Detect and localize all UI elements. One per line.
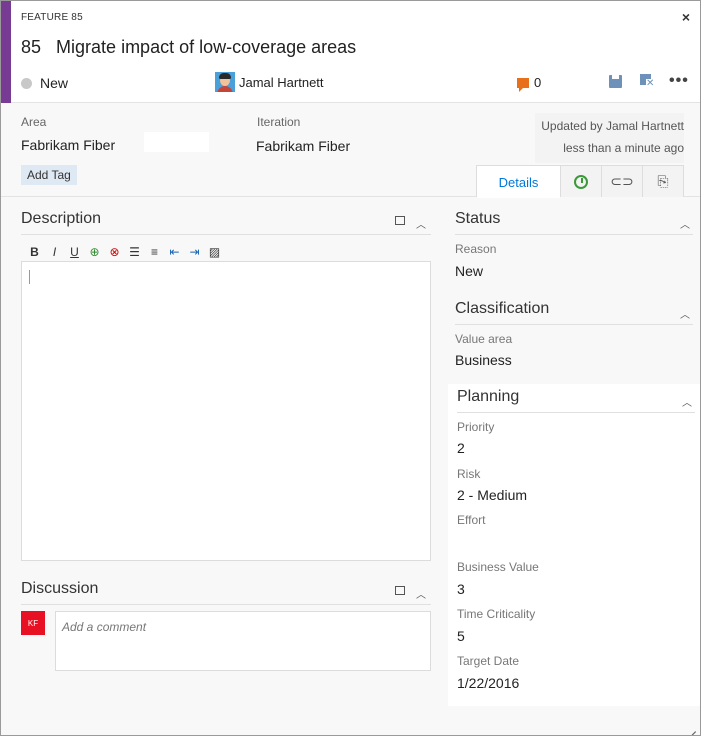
work-item-type-color-bar	[1, 1, 11, 103]
planning-rule	[457, 412, 695, 413]
form-tabs: Details ⊂⊃ ⎘	[476, 165, 684, 198]
state-indicator-icon	[21, 77, 32, 89]
planning-title: Planning	[457, 388, 520, 405]
tab-history[interactable]	[560, 166, 601, 197]
description-rule	[21, 234, 431, 235]
header-fields-bar: Area Fabrikam Fiber Iteration Fabrikam F…	[1, 104, 700, 198]
tab-details[interactable]: Details	[477, 166, 560, 198]
classification-title: Classification	[455, 300, 550, 317]
target-date-label: Target Date	[457, 654, 520, 668]
insert-image-icon[interactable]: ▨	[206, 244, 223, 260]
work-item-form: FEATURE 85 × 85 Migrate impact of low-co…	[0, 0, 701, 736]
save-icon[interactable]	[608, 74, 624, 90]
bold-button[interactable]: B	[26, 244, 43, 260]
work-item-header: FEATURE 85 × 85 Migrate impact of low-co…	[1, 1, 700, 103]
iteration-label: Iteration	[257, 115, 301, 129]
history-icon	[574, 174, 588, 189]
underline-button[interactable]: U	[66, 244, 83, 260]
collapse-planning-icon[interactable]: ︿	[682, 394, 692, 409]
assignee-avatar	[215, 72, 235, 92]
title-row: 85 Migrate impact of low-coverage areas	[21, 37, 356, 58]
updated-by-text[interactable]: Updated by Jamal Hartnett	[541, 115, 684, 137]
assigned-to-field[interactable]: Jamal Hartnett	[215, 72, 324, 92]
collapse-classification-icon[interactable]: ︿	[680, 306, 690, 321]
updated-time-text: less than a minute ago	[563, 141, 684, 155]
tab-attachments[interactable]: ⎘	[642, 166, 683, 197]
description-editor[interactable]	[21, 261, 431, 561]
time-criticality-label: Time Criticality	[457, 607, 536, 621]
priority-label: Priority	[457, 420, 495, 434]
business-value-label: Business Value	[457, 560, 539, 574]
decrease-indent-icon[interactable]: ⇤	[166, 244, 183, 260]
maximize-discussion-icon[interactable]	[393, 584, 407, 597]
save-and-close-icon[interactable]: ✕	[640, 74, 656, 90]
value-area-label: Value area	[455, 332, 513, 346]
work-item-id: 85	[21, 37, 42, 57]
assignee-name: Jamal Hartnett	[239, 74, 324, 90]
increase-indent-icon[interactable]: ⇥	[186, 244, 203, 260]
tab-links[interactable]: ⊂⊃	[601, 166, 642, 197]
status-rule	[455, 234, 693, 235]
time-criticality-field[interactable]: 5	[457, 628, 465, 644]
effort-label: Effort	[457, 513, 486, 527]
discussion-title: Discussion	[21, 580, 99, 597]
iteration-field[interactable]: Fabrikam Fiber	[256, 138, 350, 154]
work-item-type-label: FEATURE 85	[21, 12, 83, 23]
target-date-field[interactable]: 1/22/2016	[457, 675, 519, 691]
description-title: Description	[21, 210, 102, 227]
discussion-rule	[21, 604, 431, 605]
updated-info: Updated by Jamal Hartnett less than a mi…	[535, 113, 684, 163]
business-value-field[interactable]: 3	[457, 581, 465, 597]
collapse-status-icon[interactable]: ︿	[680, 216, 690, 231]
collapse-discussion-icon[interactable]: ︿	[416, 586, 426, 601]
add-tag-button[interactable]: Add Tag	[21, 165, 77, 185]
bulleted-list-icon[interactable]: ☰	[126, 244, 143, 260]
rich-text-toolbar: B I U ⊕ ⊗ ☰ ≡ ⇤ ⇥ ▨	[26, 244, 223, 260]
reason-field[interactable]: New	[455, 263, 483, 279]
italic-button[interactable]: I	[46, 244, 63, 260]
maximize-description-icon[interactable]	[393, 214, 407, 227]
state-value: New	[40, 75, 69, 91]
state-dropdown[interactable]: New	[21, 75, 68, 91]
priority-field[interactable]: 2	[457, 440, 465, 456]
comment-placeholder: Add a comment	[62, 620, 147, 634]
numbered-list-icon[interactable]: ≡	[146, 244, 163, 260]
paperclip-icon: ⎘	[657, 173, 669, 189]
reason-label: Reason	[455, 242, 497, 256]
status-title: Status	[455, 210, 501, 227]
text-caret	[29, 270, 30, 284]
risk-field[interactable]: 2 - Medium	[457, 487, 527, 503]
add-comment-input[interactable]: Add a comment	[55, 611, 431, 671]
area-label: Area	[21, 115, 47, 129]
resize-grip-icon[interactable]	[686, 722, 696, 732]
classification-rule	[455, 324, 693, 325]
comment-count: 0	[534, 75, 542, 90]
area-field[interactable]: Fabrikam Fiber	[21, 137, 115, 153]
close-button[interactable]: ×	[682, 9, 690, 25]
area-blank-box	[144, 132, 209, 152]
comments-count-button[interactable]: 0	[517, 75, 542, 92]
remove-link-icon[interactable]: ⊗	[106, 244, 123, 260]
collapse-description-icon[interactable]: ︿	[416, 216, 426, 231]
link-icon: ⊂⊃	[610, 173, 634, 189]
more-actions-icon[interactable]: •••	[669, 72, 688, 89]
risk-label: Risk	[457, 467, 481, 481]
value-area-field[interactable]: Business	[455, 352, 512, 368]
current-user-avatar: KF	[21, 611, 45, 635]
comment-icon	[517, 77, 529, 92]
insert-link-icon[interactable]: ⊕	[86, 244, 103, 260]
effort-field[interactable]	[457, 533, 687, 553]
work-item-title[interactable]: Migrate impact of low-coverage areas	[56, 37, 356, 57]
